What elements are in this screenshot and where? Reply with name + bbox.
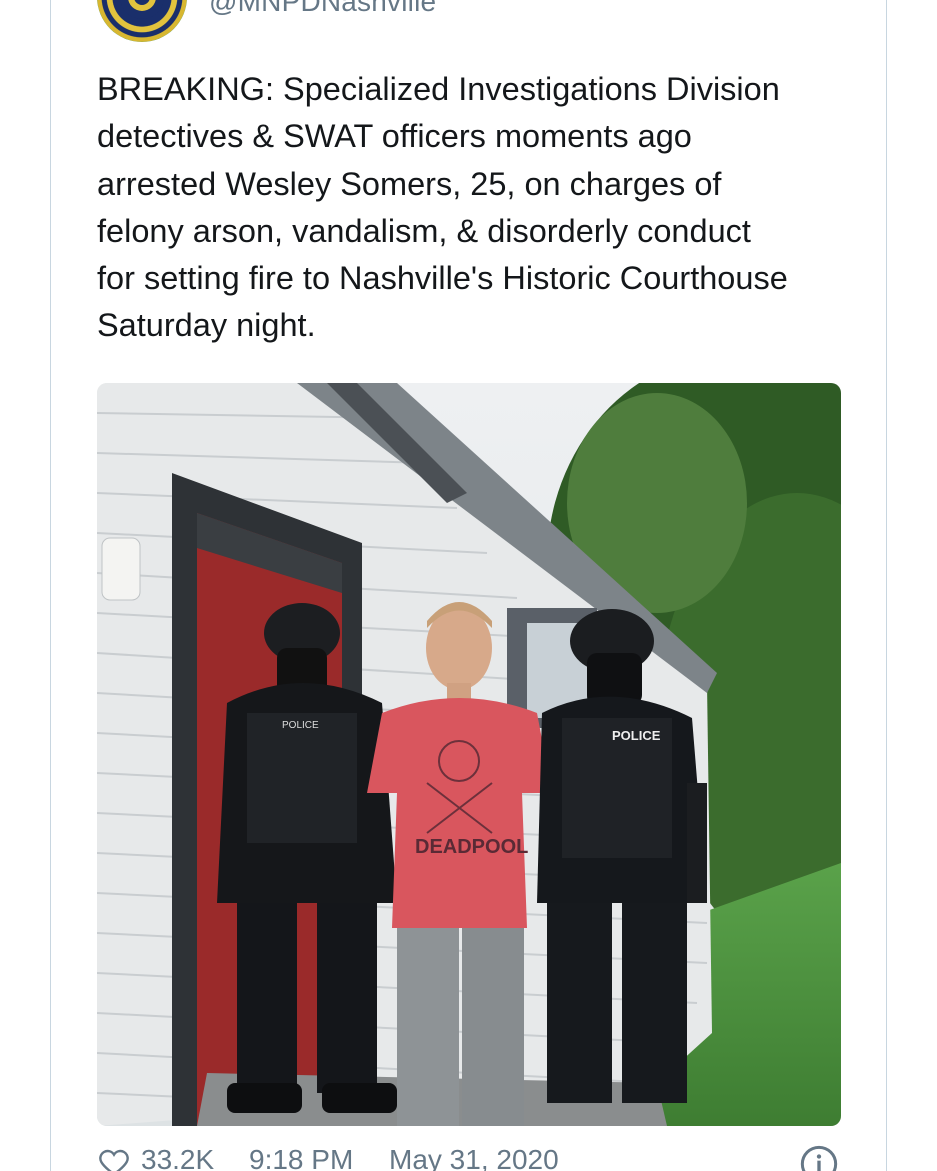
tweet-time[interactable]: 9:18 PM	[249, 1144, 353, 1171]
police-badge-icon[interactable]	[97, 0, 187, 42]
info-icon[interactable]	[799, 1144, 839, 1171]
user-handle[interactable]: @MNPDNashville	[209, 0, 436, 18]
tweet-text: BREAKING: Specialized Investigations Div…	[97, 71, 788, 344]
tweet-card: @MNPDNashville BREAKING: Specialized Inv…	[50, 0, 887, 1171]
shirt-text: DEADPOOL	[415, 836, 528, 858]
tweet-footer: 33.2K 9:18 PM May 31, 2020	[97, 1144, 867, 1171]
like-count: 33.2K	[141, 1144, 215, 1171]
heart-icon[interactable]	[97, 1146, 131, 1171]
vest-label-right: POLICE	[612, 728, 661, 743]
tweet-date[interactable]: May 31, 2020	[389, 1144, 559, 1171]
tweet-photo[interactable]: POLICE DEADPOOL POLICE	[97, 383, 841, 1126]
vest-label-left: POLICE	[282, 720, 319, 731]
